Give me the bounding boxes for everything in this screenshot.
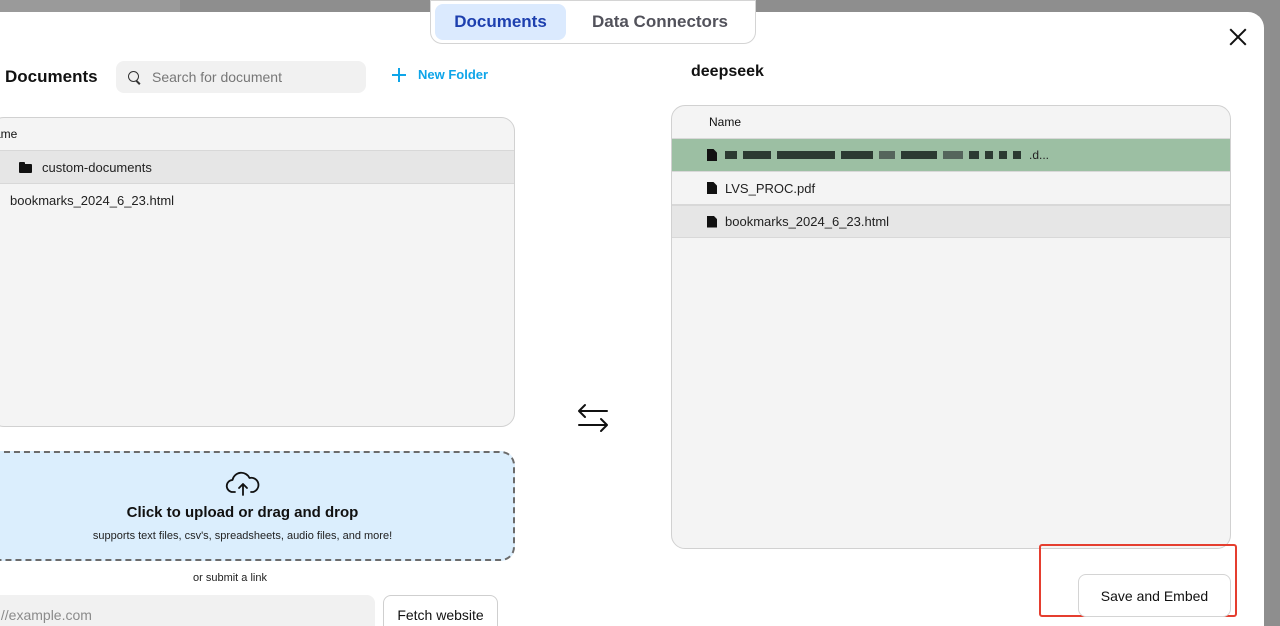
list-item-label: bookmarks_2024_6_23.html xyxy=(725,214,890,229)
redacted-filename: .d... xyxy=(725,148,1049,162)
folder-icon xyxy=(19,161,32,173)
list-item-label: custom-documents xyxy=(42,159,152,175)
list-item-bookmarks[interactable]: bookmarks_2024_6_23.html xyxy=(0,184,514,217)
url-input[interactable] xyxy=(0,595,375,626)
workspace-name: deepseek xyxy=(691,63,764,80)
list-item-redacted-file[interactable]: .d... xyxy=(672,139,1230,172)
fetch-website-button[interactable]: Fetch website xyxy=(383,595,498,626)
tab-data-connectors[interactable]: Data Connectors xyxy=(570,4,750,40)
tab-documents[interactable]: Documents xyxy=(435,4,566,40)
list-item-custom-documents[interactable]: custom-documents xyxy=(0,151,514,184)
upload-subtitle: supports text files, csv's, spreadsheets… xyxy=(92,530,393,542)
document-manager-modal: Documents New Folder ame custom-document… xyxy=(0,12,1264,626)
file-icon xyxy=(707,149,717,161)
list-item-lvs-proc[interactable]: LVS_PROC.pdf xyxy=(672,172,1230,205)
list-item-label: bookmarks_2024_6_23.html xyxy=(10,193,175,208)
name-column-header: Name xyxy=(672,106,1230,139)
file-icon xyxy=(707,182,717,194)
upload-title: Click to upload or drag and drop xyxy=(126,504,359,521)
new-folder-label: New Folder xyxy=(418,67,489,82)
close-icon[interactable] xyxy=(1228,27,1248,47)
documents-title: Documents xyxy=(5,67,98,86)
workspace-file-list: ame custom-documents bookmarks_2024_6_23… xyxy=(0,117,515,427)
new-folder-button[interactable]: New Folder xyxy=(392,67,488,82)
save-and-embed-button[interactable]: Save and Embed xyxy=(1078,574,1231,617)
or-submit-link-label: or submit a link xyxy=(193,572,267,584)
list-item-label: LVS_PROC.pdf xyxy=(725,180,816,196)
cloud-upload-icon xyxy=(225,471,259,496)
upload-dropzone[interactable]: Click to upload or drag and drop support… xyxy=(0,451,515,561)
document-search xyxy=(116,61,366,93)
redacted-suffix: .d... xyxy=(1029,148,1050,162)
plus-icon xyxy=(392,67,406,82)
search-icon xyxy=(128,70,141,84)
file-icon xyxy=(707,215,717,228)
modal-tab-bar: Documents Data Connectors xyxy=(430,0,756,44)
swap-arrows-icon xyxy=(578,404,608,432)
search-input[interactable] xyxy=(152,69,352,85)
list-item-bookmarks[interactable]: bookmarks_2024_6_23.html xyxy=(672,205,1230,238)
embedded-file-list: Name .d... LVS_PROC.pdf bookmarks_2024_6… xyxy=(671,105,1231,549)
name-column-header: ame xyxy=(0,118,514,151)
